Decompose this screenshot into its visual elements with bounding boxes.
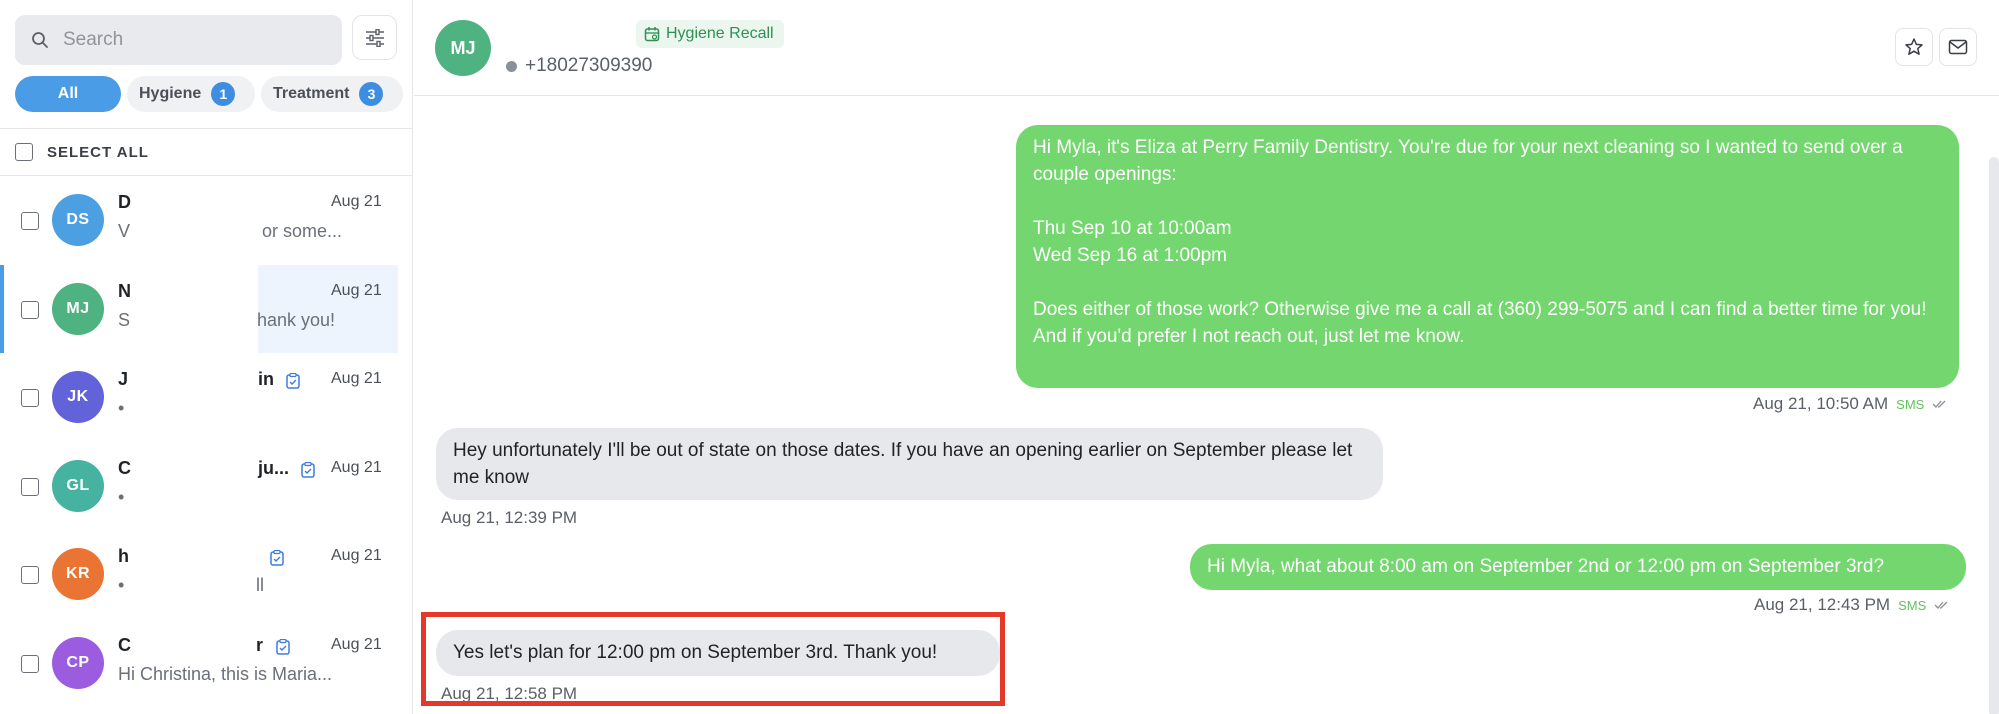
search-icon: [32, 32, 48, 48]
calendar-icon: [644, 27, 660, 42]
contact-phone: +18027309390: [525, 55, 653, 76]
conversation-checkbox[interactable]: [21, 300, 39, 319]
conversation-checkbox[interactable]: [21, 389, 39, 407]
contact-name: C: [118, 457, 131, 478]
conversation-list: DS D Aug 21 V or some... MJ N Aug 21 S h…: [0, 176, 413, 707]
contact-avatar: MJ: [435, 20, 491, 76]
badge-label: Hygiene Recall: [666, 25, 774, 42]
message-preview: •: [118, 398, 125, 418]
avatar: KR: [52, 548, 104, 600]
select-all-row: SELECT ALL: [0, 128, 413, 176]
search-row: [15, 15, 397, 65]
message-preview-end: or some...: [262, 221, 343, 241]
contact-name-end: ju...: [258, 457, 289, 478]
select-all-label: SELECT ALL: [47, 143, 149, 161]
avatar: DS: [52, 194, 104, 246]
contact-name: D: [118, 192, 131, 212]
contact-name-end: in: [258, 369, 274, 389]
highlight-outline: [421, 612, 1005, 706]
avatar: GL: [52, 459, 104, 512]
conversation-item[interactable]: GL C ju... Aug 21 •: [0, 442, 413, 531]
conversation-date: Aug 21: [331, 370, 382, 387]
star-icon: [1905, 38, 1923, 55]
search-input[interactable]: [63, 15, 323, 65]
message-preview-end: hank you!: [257, 309, 336, 330]
conversation-date: Aug 21: [331, 635, 382, 653]
double-check-icon: [1932, 400, 1946, 408]
avatar: JK: [52, 371, 104, 423]
filter-settings-button[interactable]: [352, 15, 397, 60]
contact-name-end: r: [256, 634, 264, 655]
message-preview: •: [118, 486, 125, 507]
sidebar: All Hygiene 1 Treatment 3 SELECT ALL DS …: [0, 0, 413, 714]
avatar: CP: [52, 636, 104, 689]
message-meta: Aug 21, 12:39 PM: [441, 508, 577, 528]
clipboard-icon: [286, 373, 300, 389]
double-check-icon: [1934, 601, 1948, 609]
conversation-checkbox[interactable]: [21, 566, 39, 584]
filter-chip-treatment[interactable]: Treatment 3: [261, 76, 403, 112]
filter-chip-hygiene[interactable]: Hygiene 1: [127, 76, 255, 112]
channel-label: SMS: [1896, 396, 1925, 412]
chip-count-badge: 3: [359, 82, 384, 106]
contact-name: N: [118, 280, 131, 301]
scrollbar[interactable]: [1989, 157, 1999, 714]
favorite-button[interactable]: [1895, 28, 1933, 66]
selection-indicator: [0, 264, 4, 353]
select-all-checkbox[interactable]: [15, 143, 33, 161]
conversation-header: MJ Hygiene Recall +18027309390: [414, 0, 1999, 96]
message-meta: Aug 21, 12:43 PM SMS: [1754, 595, 1950, 615]
chip-label: Hygiene: [139, 85, 202, 102]
contact-name: C: [118, 634, 131, 655]
conversation-checkbox[interactable]: [21, 212, 39, 230]
message-timestamp: Aug 21, 12:43 PM: [1754, 595, 1891, 614]
clipboard-icon: [270, 550, 284, 566]
chip-count-badge: 1: [211, 82, 236, 106]
status-dot: [506, 60, 517, 72]
message-timestamp: Aug 21, 12:39 PM: [441, 508, 578, 527]
contact-name: h: [118, 546, 129, 566]
outgoing-message-bubble: Hi Myla, it's Eliza at Perry Family Dent…: [1016, 125, 1959, 388]
chip-label: Treatment: [273, 85, 350, 102]
filter-chip-all[interactable]: All: [15, 76, 121, 112]
incoming-message-bubble: Hey unfortunately I'll be out of state o…: [436, 428, 1383, 500]
conversation-date: Aug 21: [331, 281, 382, 299]
filter-chips: All Hygiene 1 Treatment 3: [15, 76, 403, 112]
clipboard-icon: [301, 461, 315, 478]
conversation-date: Aug 21: [331, 547, 382, 564]
conversation-checkbox[interactable]: [21, 654, 39, 673]
message-thread: Hi Myla, it's Eliza at Perry Family Dent…: [414, 97, 1999, 714]
chip-label: All: [57, 85, 79, 102]
phone-row: +18027309390: [506, 55, 652, 77]
contact-name: J: [118, 369, 129, 389]
message-timestamp: Aug 21, 10:50 AM: [1753, 394, 1889, 413]
message-meta: Aug 21, 10:50 AM SMS: [1753, 394, 1948, 414]
clipboard-icon: [276, 638, 290, 655]
email-button[interactable]: [1939, 28, 1977, 66]
message-preview: •: [118, 575, 125, 595]
mail-icon: [1948, 39, 1968, 55]
outgoing-message-bubble: Hi Myla, what about 8:00 am on September…: [1190, 544, 1966, 590]
conversation-item-selected[interactable]: MJ N Aug 21 S hank you!: [0, 264, 413, 354]
message-preview-end: ll: [256, 575, 264, 595]
message-preview: V: [118, 221, 131, 241]
conversation-item[interactable]: DS D Aug 21 V or some...: [0, 176, 413, 265]
conversation-date: Aug 21: [331, 193, 382, 210]
conversation-checkbox[interactable]: [21, 477, 39, 496]
hygiene-recall-badge: Hygiene Recall: [636, 20, 784, 48]
sliders-icon: [365, 28, 384, 47]
conversation-item[interactable]: CP C r Aug 21 Hi Christina, this is Mari…: [0, 619, 413, 708]
conversation-pane: MJ Hygiene Recall +18027309390 Hi Myla, …: [414, 0, 1999, 714]
conversation-date: Aug 21: [331, 458, 382, 476]
channel-label: SMS: [1898, 597, 1927, 613]
search-box[interactable]: [15, 15, 342, 65]
message-preview: Hi Christina, this is Maria...: [118, 663, 333, 684]
conversation-item[interactable]: KR h Aug 21 • ll: [0, 530, 413, 619]
conversation-item[interactable]: JK J in Aug 21 •: [0, 353, 413, 442]
avatar: MJ: [52, 282, 104, 335]
message-preview: S: [118, 309, 131, 330]
selection-background: [258, 264, 398, 353]
